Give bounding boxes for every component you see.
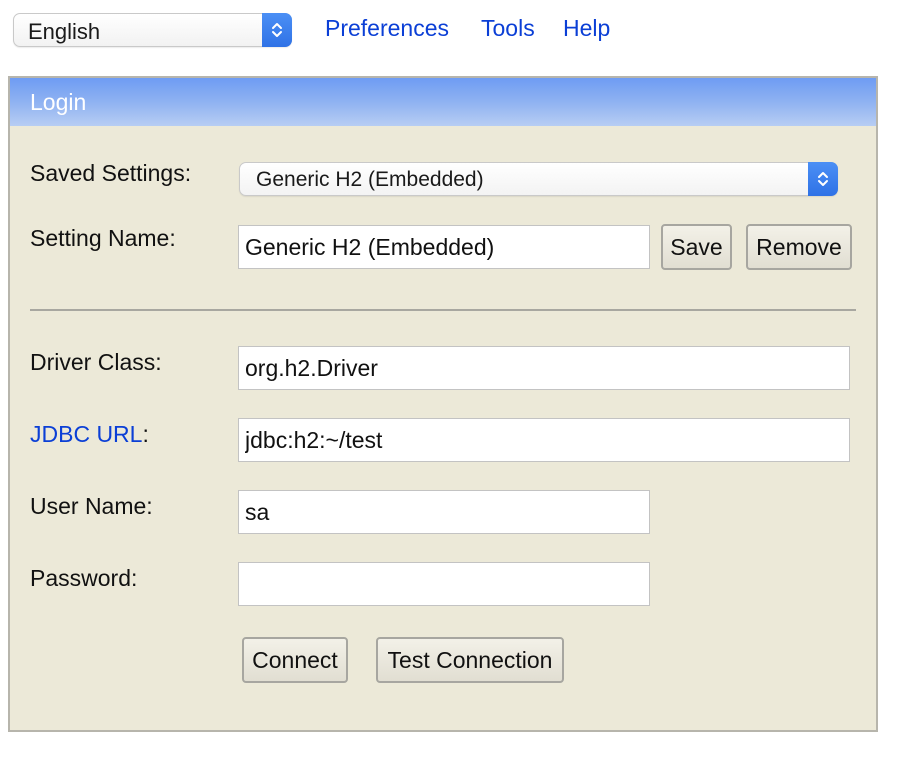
saved-settings-value: Generic H2 (Embedded) [256, 168, 484, 191]
remove-button[interactable]: Remove [746, 224, 852, 270]
select-stepper-icon [262, 13, 292, 47]
divider [30, 309, 856, 311]
language-select[interactable]: English [13, 13, 292, 47]
select-stepper-icon [808, 162, 838, 196]
jdbc-url-field[interactable] [238, 418, 850, 462]
connect-button[interactable]: Connect [242, 637, 348, 683]
driver-class-label: Driver Class: [30, 349, 162, 375]
tools-link[interactable]: Tools [481, 15, 535, 42]
jdbc-url-colon: : [142, 421, 149, 447]
save-button[interactable]: Save [661, 224, 732, 270]
jdbc-url-label: JDBC URL: [30, 421, 149, 448]
password-field[interactable] [238, 562, 650, 606]
setting-name-field[interactable] [238, 225, 650, 269]
jdbc-url-link[interactable]: JDBC URL [30, 421, 142, 447]
driver-class-field[interactable] [238, 346, 850, 390]
help-link[interactable]: Help [563, 15, 610, 42]
saved-settings-select[interactable]: Generic H2 (Embedded) [239, 162, 838, 196]
language-select-value: English [28, 19, 101, 44]
saved-settings-label: Saved Settings: [30, 160, 192, 186]
preferences-link[interactable]: Preferences [325, 15, 449, 42]
setting-name-label: Setting Name: [30, 225, 176, 251]
test-connection-button[interactable]: Test Connection [376, 637, 564, 683]
login-title: Login [30, 89, 87, 115]
user-name-field[interactable] [238, 490, 650, 534]
top-bar: English Preferences Tools Help [0, 0, 908, 62]
login-panel: Login Saved Settings: Generic H2 (Embedd… [8, 76, 878, 732]
login-header: Login [10, 78, 876, 126]
user-name-label: User Name: [30, 493, 153, 519]
password-label: Password: [30, 565, 138, 591]
